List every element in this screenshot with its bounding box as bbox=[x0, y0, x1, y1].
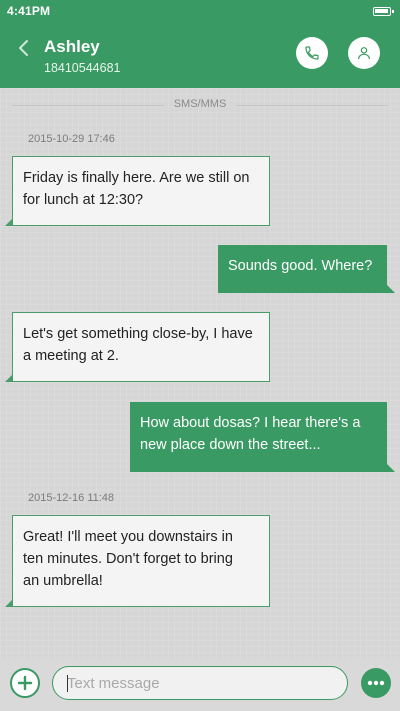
add-attachment-button[interactable] bbox=[10, 668, 40, 698]
phone-icon bbox=[305, 46, 319, 60]
incoming-message[interactable]: Friday is finally here. Are we still on … bbox=[5, 156, 270, 226]
text-cursor bbox=[67, 675, 68, 692]
person-icon bbox=[358, 47, 370, 60]
incoming-message[interactable]: Let's get something close-by, I have a m… bbox=[5, 312, 270, 382]
more-dots-icon bbox=[367, 680, 385, 686]
message-line: Friday is finally here. Are we still on bbox=[23, 170, 250, 186]
outgoing-message[interactable]: Sounds good. Where? bbox=[218, 245, 395, 293]
battery-icon bbox=[373, 7, 394, 16]
divider bbox=[12, 105, 164, 106]
divider bbox=[236, 105, 388, 106]
message-line: ten minutes. Don't forget to bring bbox=[23, 551, 233, 567]
message-timestamp: 2015-10-29 17:46 bbox=[28, 133, 115, 145]
channel-label: SMS/MMS bbox=[173, 98, 227, 110]
chevron-left-icon bbox=[19, 40, 28, 56]
message-line: new place down the street... bbox=[140, 437, 321, 453]
conversation-header: Ashley 18410544681 bbox=[0, 24, 400, 88]
back-button[interactable] bbox=[14, 38, 34, 58]
status-time: 4:41PM bbox=[7, 4, 51, 18]
message-line: an umbrella! bbox=[23, 573, 103, 589]
message-thread[interactable]: SMS/MMS 2015-10-29 17:46 Friday is final… bbox=[0, 88, 400, 660]
message-line: for lunch at 12:30? bbox=[23, 192, 144, 208]
status-bar: 4:41PM bbox=[0, 0, 400, 24]
contact-number: 18410544681 bbox=[44, 61, 121, 75]
more-options-button[interactable] bbox=[361, 668, 391, 698]
message-timestamp: 2015-12-16 11:48 bbox=[28, 492, 115, 504]
outgoing-message[interactable]: How about dosas? I hear there's a new pl… bbox=[130, 402, 395, 472]
contact-info-button[interactable] bbox=[348, 37, 380, 69]
contact-name: Ashley bbox=[44, 37, 100, 56]
message-line: Sounds good. Where? bbox=[228, 258, 373, 274]
plus-icon bbox=[17, 675, 33, 691]
message-input[interactable] bbox=[52, 666, 348, 700]
message-line: Let's get something close-by, I have bbox=[23, 326, 253, 342]
message-line: How about dosas? I hear there's a bbox=[140, 415, 361, 431]
call-button[interactable] bbox=[296, 37, 328, 69]
incoming-message[interactable]: Great! I'll meet you downstairs in ten m… bbox=[5, 515, 270, 607]
compose-bar bbox=[0, 660, 400, 711]
message-line: a meeting at 2. bbox=[23, 348, 119, 364]
message-line: Great! I'll meet you downstairs in bbox=[23, 529, 233, 545]
